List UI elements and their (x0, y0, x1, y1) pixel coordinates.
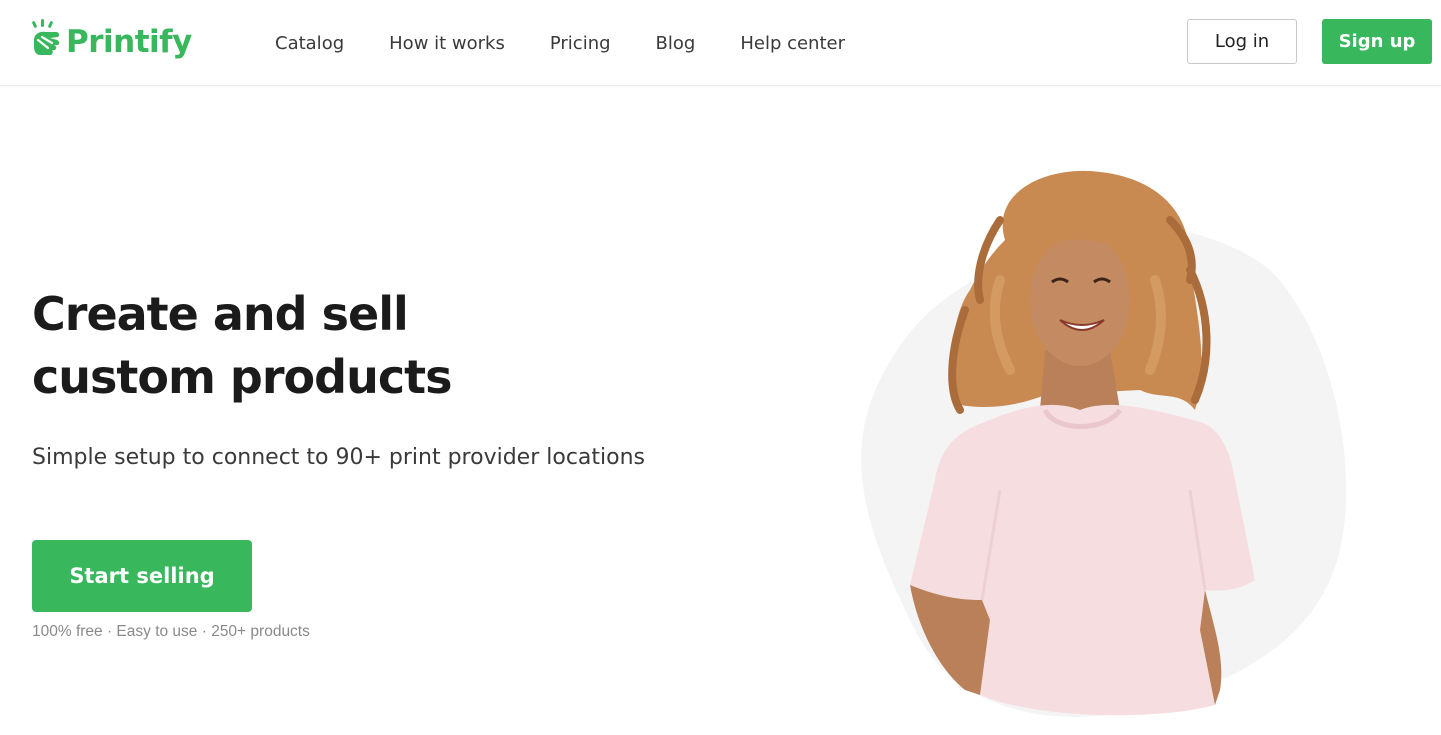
site-header: Printify Catalog How it works Pricing Bl… (0, 0, 1441, 86)
hero-subtitle: Simple setup to connect to 90+ print pro… (32, 445, 646, 470)
nav-link-catalog[interactable]: Catalog (275, 33, 344, 54)
brand-name: Printify (66, 23, 192, 60)
start-selling-button[interactable]: Start selling (32, 540, 252, 612)
hero-title-line-1: Create and sell (32, 287, 409, 341)
hero-title-line-2: custom products (32, 350, 452, 404)
hand-printify-logo-icon (32, 19, 60, 56)
printify-logo[interactable]: Printify (30, 17, 192, 67)
nav-link-pricing[interactable]: Pricing (550, 33, 611, 54)
signup-button[interactable]: Sign up (1322, 19, 1432, 64)
hero-title: Create and sell custom products (32, 283, 652, 409)
main-nav: Catalog How it works Pricing Blog Help c… (275, 0, 890, 86)
woman-in-pink-tshirt-photo (840, 160, 1360, 735)
nav-link-how-it-works[interactable]: How it works (389, 33, 505, 54)
nav-link-blog[interactable]: Blog (656, 33, 696, 54)
nav-link-help-center[interactable]: Help center (740, 33, 845, 54)
login-button[interactable]: Log in (1187, 19, 1297, 64)
hero-features: 100% free · Easy to use · 250+ products (32, 623, 310, 640)
